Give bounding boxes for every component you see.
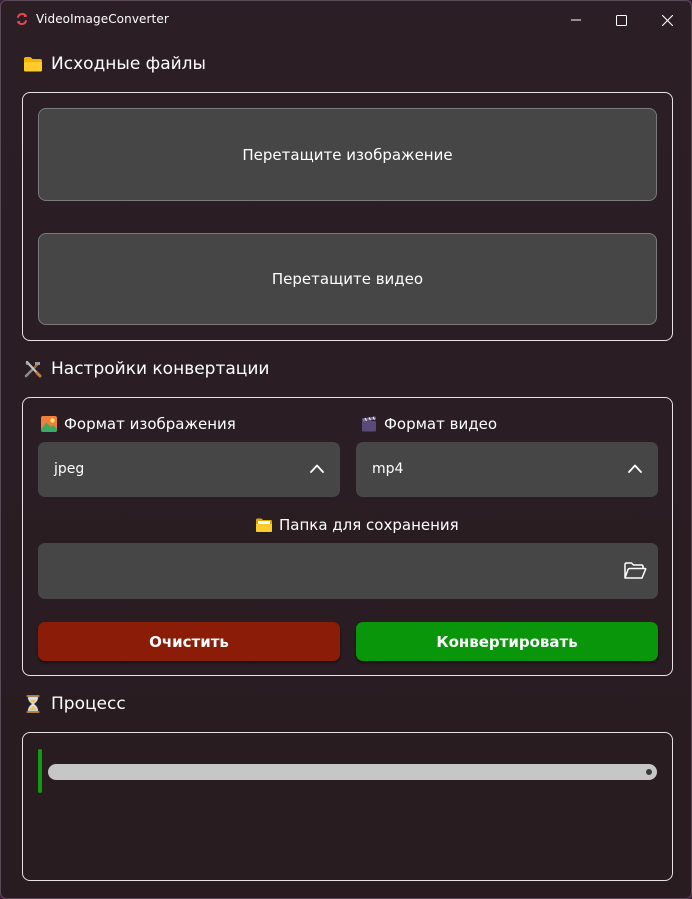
save-folder-input[interactable]	[38, 543, 658, 599]
process-section-label: Процесс	[51, 694, 126, 714]
browse-folder-button[interactable]	[623, 560, 647, 582]
maximize-icon	[615, 14, 627, 26]
video-format-label: Формат видео	[360, 415, 497, 433]
settings-section-label: Настройки конвертации	[51, 359, 270, 379]
save-folder-label-text: Папка для сохранения	[279, 516, 459, 534]
save-folder-label: Папка для сохранения	[255, 516, 459, 534]
progress-bar	[48, 764, 657, 780]
clear-button-label: Очистить	[149, 632, 229, 651]
folder-icon	[24, 57, 42, 72]
image-format-value: jpeg	[54, 461, 85, 477]
folder-open-icon	[624, 562, 647, 579]
clear-button[interactable]: Очистить	[38, 622, 340, 661]
progress-marker	[38, 749, 42, 793]
tools-icon	[24, 360, 42, 378]
clapper-icon	[362, 416, 376, 432]
app-window: VideoImageConverter Исходные файлы Перет…	[0, 0, 692, 899]
convert-button[interactable]: Конвертировать	[356, 622, 658, 661]
minimize-icon	[571, 19, 581, 21]
close-button[interactable]	[644, 1, 690, 39]
video-format-label-text: Формат видео	[384, 415, 497, 433]
image-drop-label: Перетащите изображение	[242, 145, 453, 164]
close-icon	[661, 14, 673, 26]
settings-section-title: Настройки конвертации	[23, 359, 269, 379]
settings-panel: Формат изображения Формат видео jpeg mp4	[22, 397, 673, 676]
image-format-select[interactable]: jpeg	[38, 442, 340, 497]
picture-icon	[41, 416, 57, 432]
video-format-select[interactable]: mp4	[356, 442, 658, 497]
convert-app-icon	[17, 13, 27, 25]
chevron-up-icon	[628, 464, 642, 473]
image-drop-zone[interactable]: Перетащите изображение	[38, 108, 657, 201]
process-section-title: Процесс	[23, 694, 126, 714]
image-format-label: Формат изображения	[40, 415, 236, 433]
chevron-up-icon	[310, 464, 324, 473]
maximize-button[interactable]	[598, 1, 644, 39]
hourglass-icon	[26, 695, 40, 713]
title-bar: VideoImageConverter	[1, 1, 691, 39]
source-section-title: Исходные файлы	[23, 54, 206, 74]
video-drop-zone[interactable]: Перетащите видео	[38, 233, 657, 325]
convert-button-label: Конвертировать	[436, 632, 578, 651]
progress-handle	[646, 769, 652, 775]
open-folder-icon	[256, 518, 272, 532]
minimize-button[interactable]	[553, 1, 599, 39]
source-files-panel: Перетащите изображение Перетащите видео	[22, 92, 673, 341]
process-panel	[22, 732, 673, 881]
window-title: VideoImageConverter	[36, 12, 169, 26]
video-format-value: mp4	[372, 461, 404, 477]
video-drop-label: Перетащите видео	[271, 270, 424, 288]
image-format-label-text: Формат изображения	[64, 415, 236, 433]
source-section-label: Исходные файлы	[51, 54, 206, 74]
